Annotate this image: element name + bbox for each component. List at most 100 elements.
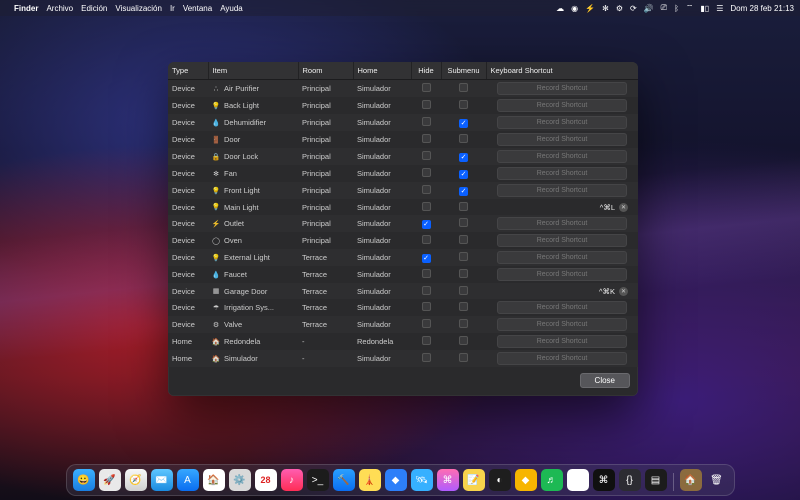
control-center-icon[interactable]: ☰ <box>716 4 723 13</box>
table-row[interactable]: Device∴Air PurifierPrincipalSimuladorRec… <box>168 80 638 98</box>
hide-checkbox[interactable] <box>422 185 431 194</box>
dock-app-launchpad[interactable]: 🚀 <box>99 469 121 491</box>
submenu-checkbox[interactable] <box>459 83 468 92</box>
menu-edicion[interactable]: Edición <box>81 4 107 13</box>
menu-ventana[interactable]: Ventana <box>183 4 212 13</box>
battery-icon[interactable]: ▮▯ <box>700 4 709 13</box>
hide-checkbox[interactable] <box>422 269 431 278</box>
submenu-checkbox[interactable] <box>459 134 468 143</box>
record-shortcut-button[interactable]: Record Shortcut <box>497 352 627 365</box>
dock-app-figma[interactable]: ◐ <box>489 469 511 491</box>
hide-checkbox[interactable] <box>422 100 431 109</box>
hide-checkbox[interactable] <box>422 319 431 328</box>
submenu-checkbox[interactable] <box>459 269 468 278</box>
dock-app-mail[interactable]: ✉️ <box>151 469 173 491</box>
record-shortcut-button[interactable]: Record Shortcut <box>497 150 627 163</box>
dock-app-sourcetree[interactable]: ◆ <box>385 469 407 491</box>
fan-icon[interactable]: ✻ <box>602 4 609 13</box>
table-row[interactable]: Device💧DehumidifierPrincipalSimuladorRec… <box>168 114 638 131</box>
refresh-icon[interactable]: ⟳ <box>630 4 637 13</box>
submenu-checkbox[interactable] <box>459 119 468 128</box>
table-row[interactable]: Home🏠Redondela-RedondelaRecord Shortcut <box>168 333 638 350</box>
table-row[interactable]: Device💡External LightTerraceSimuladorRec… <box>168 249 638 266</box>
hide-checkbox[interactable] <box>422 286 431 295</box>
menu-archivo[interactable]: Archivo <box>46 4 73 13</box>
record-shortcut-button[interactable]: Record Shortcut <box>497 301 627 314</box>
col-shortcut[interactable]: Keyboard Shortcut <box>486 62 638 80</box>
shortcut-value[interactable]: ^⌘K✕ <box>490 287 634 296</box>
dock-app-notes[interactable]: 📝 <box>463 469 485 491</box>
dock-app-homecontrol[interactable]: 🏠 <box>680 469 702 491</box>
hide-checkbox[interactable] <box>422 83 431 92</box>
hide-checkbox[interactable] <box>422 151 431 160</box>
menu-ayuda[interactable]: Ayuda <box>220 4 243 13</box>
dock-app-console[interactable]: ▤ <box>645 469 667 491</box>
hide-checkbox[interactable] <box>422 254 431 263</box>
menu-ir[interactable]: Ir <box>170 4 175 13</box>
dock-app-iterm[interactable]: ⌘ <box>593 469 615 491</box>
dock-app-slack[interactable]: ✳ <box>567 469 589 491</box>
hide-checkbox[interactable] <box>422 235 431 244</box>
wifi-icon[interactable]: ⌔ <box>686 3 694 13</box>
record-shortcut-button[interactable]: Record Shortcut <box>497 318 627 331</box>
dock-app-xcode[interactable]: 🔨 <box>333 469 355 491</box>
close-button[interactable]: Close <box>580 373 630 388</box>
dock-app-shortcuts[interactable]: ⌘ <box>437 469 459 491</box>
table-row[interactable]: Device⚙ValveTerraceSimuladorRecord Short… <box>168 316 638 333</box>
submenu-checkbox[interactable] <box>459 100 468 109</box>
col-home[interactable]: Home <box>353 62 411 80</box>
record-shortcut-button[interactable]: Record Shortcut <box>497 234 627 247</box>
clear-shortcut-icon[interactable]: ✕ <box>619 203 628 212</box>
record-shortcut-button[interactable]: Record Shortcut <box>497 251 627 264</box>
dock-app-music[interactable]: ♪ <box>281 469 303 491</box>
record-shortcut-button[interactable]: Record Shortcut <box>497 82 627 95</box>
record-shortcut-button[interactable]: Record Shortcut <box>497 167 627 180</box>
shortcut-value[interactable]: ^⌘L✕ <box>490 203 634 212</box>
clear-shortcut-icon[interactable]: ✕ <box>619 287 628 296</box>
submenu-checkbox[interactable] <box>459 353 468 362</box>
hide-checkbox[interactable] <box>422 302 431 311</box>
record-shortcut-button[interactable]: Record Shortcut <box>497 99 627 112</box>
table-row[interactable]: Device💡Front LightPrincipalSimuladorReco… <box>168 182 638 199</box>
record-shortcut-button[interactable]: Record Shortcut <box>497 335 627 348</box>
cloud-icon[interactable]: ☁ <box>556 4 564 13</box>
dock-app-sketch[interactable]: ◆ <box>515 469 537 491</box>
dock-app-trash[interactable]: 🗑 <box>706 469 728 491</box>
submenu-checkbox[interactable] <box>459 202 468 211</box>
dock-app-calendar[interactable]: 28 <box>255 469 277 491</box>
record-shortcut-button[interactable]: Record Shortcut <box>497 217 627 230</box>
spotify-icon[interactable]: ◉ <box>571 4 578 13</box>
submenu-checkbox[interactable] <box>459 153 468 162</box>
dock-app-tower[interactable]: 🗼 <box>359 469 381 491</box>
submenu-checkbox[interactable] <box>459 302 468 311</box>
submenu-checkbox[interactable] <box>459 286 468 295</box>
bolt-icon[interactable]: ⚡ <box>585 4 595 13</box>
display-icon[interactable]: ⎚ <box>661 3 667 13</box>
dock-app-app store[interactable]: A <box>177 469 199 491</box>
submenu-checkbox[interactable] <box>459 336 468 345</box>
record-shortcut-button[interactable]: Record Shortcut <box>497 133 627 146</box>
col-type[interactable]: Type <box>168 62 208 80</box>
submenu-checkbox[interactable] <box>459 235 468 244</box>
dock-app-settings[interactable]: ⚙️ <box>229 469 251 491</box>
col-room[interactable]: Room <box>298 62 353 80</box>
table-row[interactable]: Device💡Main LightPrincipalSimulador^⌘L✕ <box>168 199 638 215</box>
volume-icon[interactable]: 🔊 <box>644 4 654 13</box>
dock-app-safari[interactable]: 🧭 <box>125 469 147 491</box>
hide-checkbox[interactable] <box>422 220 431 229</box>
record-shortcut-button[interactable]: Record Shortcut <box>497 268 627 281</box>
submenu-checkbox[interactable] <box>459 252 468 261</box>
table-row[interactable]: Device💧FaucetTerraceSimuladorRecord Shor… <box>168 266 638 283</box>
hide-checkbox[interactable] <box>422 202 431 211</box>
table-row[interactable]: Device🚪DoorPrincipalSimuladorRecord Shor… <box>168 131 638 148</box>
hide-checkbox[interactable] <box>422 353 431 362</box>
menubar-clock[interactable]: Dom 28 feb 21:13 <box>730 4 794 13</box>
hide-checkbox[interactable] <box>422 168 431 177</box>
dock-app-finder[interactable]: 😀 <box>73 469 95 491</box>
dock-app-proxyman[interactable]: 🛰 <box>411 469 433 491</box>
dock-app-vscode[interactable]: {} <box>619 469 641 491</box>
table-row[interactable]: Device✻FanPrincipalSimuladorRecord Short… <box>168 165 638 182</box>
col-submenu[interactable]: Submenu <box>441 62 486 80</box>
dock-app-terminal[interactable]: >_ <box>307 469 329 491</box>
gear-icon[interactable]: ⚙ <box>616 4 623 13</box>
